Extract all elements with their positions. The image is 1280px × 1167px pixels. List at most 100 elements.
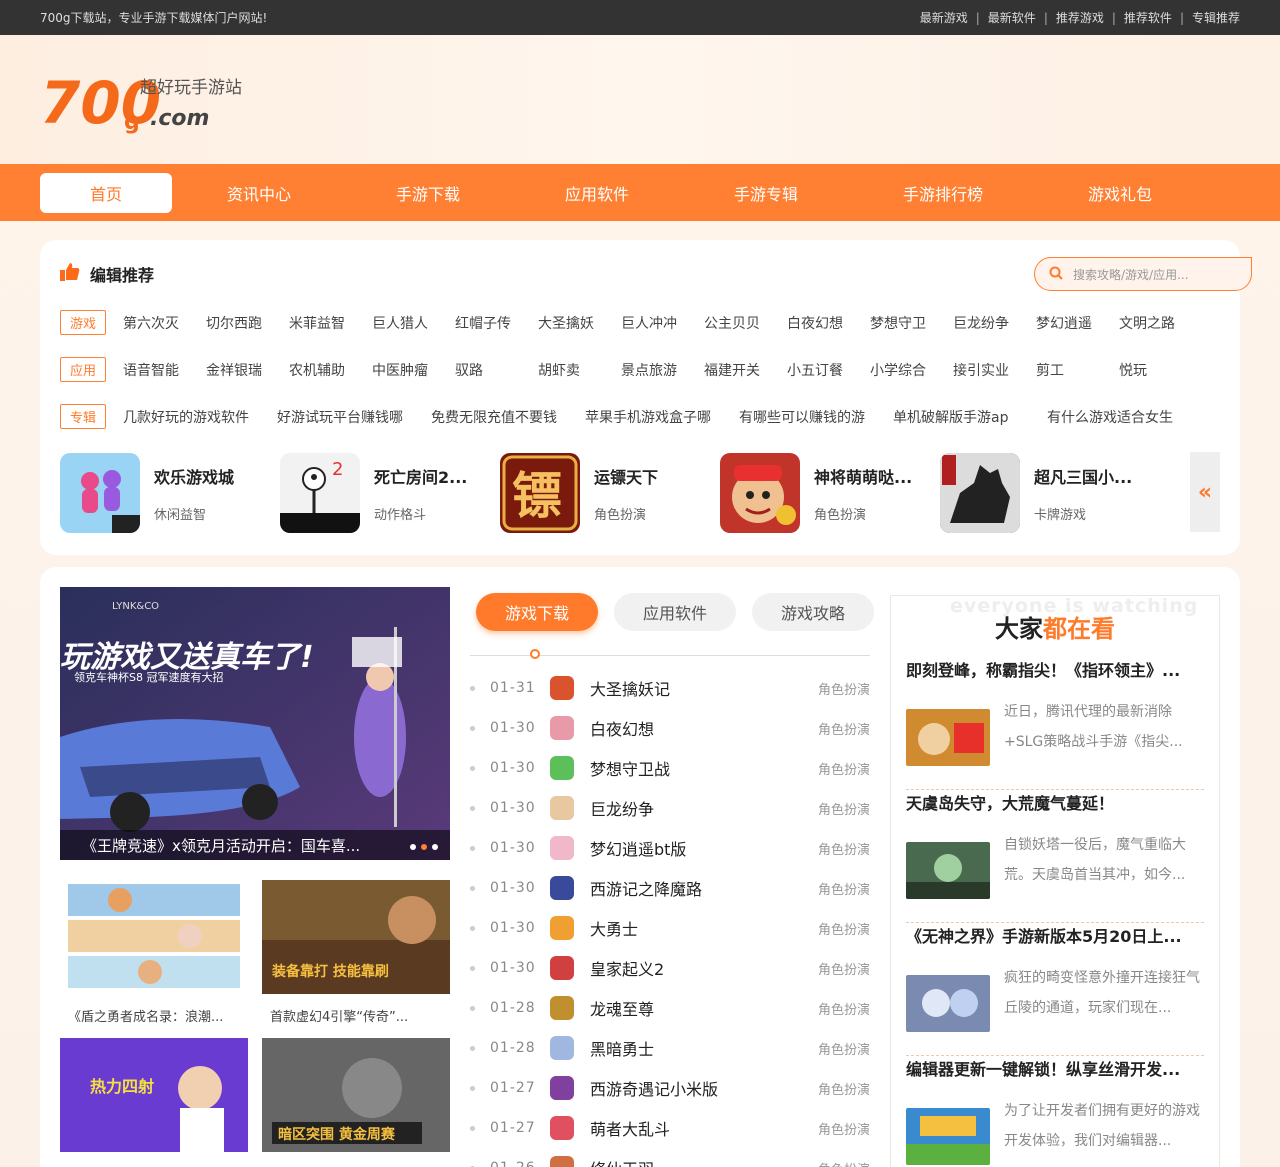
carousel-prev-button[interactable]: «	[1190, 452, 1220, 532]
link-item[interactable]: 福建开关	[704, 360, 787, 380]
nav-news[interactable]: 资讯中心	[172, 173, 346, 213]
list-item[interactable]: 01-30 皇家起义2 角色扮演	[470, 948, 870, 988]
link-item[interactable]: 几款好玩的游戏软件	[123, 407, 277, 427]
link-item[interactable]: 好游试玩平台赚钱哪	[277, 407, 431, 427]
link-item[interactable]: 免费无限充值不要钱	[431, 407, 585, 427]
link-item[interactable]: 梦幻逍遥	[1036, 313, 1119, 333]
banner-caption[interactable]: 《王牌竞速》x领克月活动开启：国车喜...	[60, 830, 450, 860]
news-title[interactable]: 编辑器更新一键解锁！纵享丝滑开发...	[906, 1056, 1204, 1080]
list-item[interactable]: 01-27 萌者大乱斗 角色扮演	[470, 1108, 870, 1148]
side-title: 大家都在看	[995, 615, 1115, 643]
game-card[interactable]: 镖 运镖天下 角色扮演	[500, 452, 720, 534]
banner-dot[interactable]	[432, 844, 438, 850]
thumb-item[interactable]: 暗区突围 黄金周赛	[262, 1038, 450, 1152]
top-link-recommended-software[interactable]: 推荐软件	[1124, 9, 1172, 26]
game-card[interactable]: 欢乐游戏城 休闲益智	[60, 452, 280, 534]
link-item[interactable]: 苹果手机游戏盒子哪	[585, 407, 739, 427]
list-item[interactable]: 01-30 梦想守卫战 角色扮演	[470, 748, 870, 788]
content-tabs: 游戏下载 应用软件 游戏攻略	[476, 593, 874, 631]
game-category: 动作格斗	[374, 507, 427, 523]
game-icon	[550, 916, 574, 940]
link-item[interactable]: 切尔西跑	[206, 313, 289, 333]
banner-slider[interactable]: LYNK&CO 玩游戏又送真车了! 领克车神杯S8 冠军速度有大招 《王牌竞速》…	[60, 587, 450, 860]
top-link-new-games[interactable]: 最新游戏	[920, 9, 968, 26]
list-item[interactable]: 01-27 西游奇遇记小米版 角色扮演	[470, 1068, 870, 1108]
link-item[interactable]: 大圣擒妖	[538, 313, 621, 333]
news-item[interactable]: 《无神之界》手游新版本5月20日上... 疯狂的畸变怪意外撞开连接狂气丘陵的通道…	[906, 923, 1204, 1056]
link-item[interactable]: 金祥银瑞	[206, 360, 289, 380]
list-item[interactable]: 01-30 梦幻逍遥bt版 角色扮演	[470, 828, 870, 868]
game-name: 欢乐游戏城	[154, 467, 235, 487]
link-item[interactable]: 红帽子传	[455, 313, 538, 333]
link-item[interactable]: 驭路	[455, 360, 538, 380]
link-item[interactable]: 景点旅游	[621, 360, 704, 380]
svg-text:镖: 镖	[512, 466, 562, 525]
list-item[interactable]: 01-28 黑暗勇士 角色扮演	[470, 1028, 870, 1068]
news-title[interactable]: 天虞岛失守，大荒魔气蔓延！	[906, 790, 1204, 814]
link-item[interactable]: 悦玩	[1119, 360, 1179, 380]
list-item[interactable]: 01-30 大勇士 角色扮演	[470, 908, 870, 948]
nav-rankings[interactable]: 手游排行榜	[848, 173, 1038, 213]
top-link-new-software[interactable]: 最新软件	[988, 9, 1036, 26]
search-input[interactable]: 搜索攻略/游戏/应用...	[1034, 257, 1252, 291]
nav-mobile-games[interactable]: 手游下载	[346, 173, 510, 213]
run-characters-icon	[60, 453, 140, 533]
news-item[interactable]: 天虞岛失守，大荒魔气蔓延！ 自锁妖塔一役后，魔气重临大荒。天虞岛首当其冲，如今.…	[906, 790, 1204, 923]
link-item[interactable]: 巨龙纷争	[953, 313, 1036, 333]
link-item[interactable]: 中医肿瘤	[372, 360, 455, 380]
link-item[interactable]: 语音智能	[123, 360, 206, 380]
news-title[interactable]: 《无神之界》手游新版本5月20日上...	[906, 923, 1204, 947]
link-item[interactable]: 文明之路	[1119, 313, 1189, 333]
link-item[interactable]: 剪工	[1036, 360, 1119, 380]
link-item[interactable]: 巨人猎人	[372, 313, 455, 333]
thumb-image: 装备靠打 技能靠刷	[262, 880, 450, 994]
link-item[interactable]: 小五订餐	[787, 360, 870, 380]
thumb-item[interactable]: 热力四射	[60, 1038, 248, 1152]
top-link-album[interactable]: 专辑推荐	[1192, 9, 1240, 26]
link-item[interactable]: 农机辅助	[289, 360, 372, 380]
nav-albums[interactable]: 手游专辑	[684, 173, 848, 213]
link-item[interactable]: 胡虾卖	[538, 360, 621, 380]
link-item[interactable]: 白夜幻想	[787, 313, 870, 333]
game-icon	[550, 796, 574, 820]
list-item[interactable]: 01-31 大圣擒妖记 角色扮演	[470, 668, 870, 708]
link-item[interactable]: 接引实业	[953, 360, 1036, 380]
list-item[interactable]: 01-30 西游记之降魔路 角色扮演	[470, 868, 870, 908]
link-item[interactable]: 有什么游戏适合女生	[1047, 407, 1187, 427]
banner-dot[interactable]	[421, 844, 427, 850]
general-face-icon	[720, 453, 800, 533]
logo-domain: .com	[150, 106, 209, 131]
news-item[interactable]: 编辑器更新一键解锁！纵享丝滑开发... 为了让开发者们拥有更好的游戏开发体验，我…	[906, 1056, 1204, 1167]
site-logo[interactable]: 700 g 超好玩手游站 .com	[40, 63, 260, 143]
game-card[interactable]: 神将萌萌哒... 角色扮演	[720, 452, 940, 534]
banner-dot[interactable]	[410, 844, 416, 850]
top-link-recommended-games[interactable]: 推荐游戏	[1056, 9, 1104, 26]
top-bar: 700g下载站，专业手游下载媒体门户网站! 最新游戏 | 最新软件 | 推荐游戏 | …	[0, 0, 1280, 35]
thumb-item[interactable]: 装备靠打 技能靠刷 首款虚幻4引擎“传奇”...	[262, 880, 450, 1025]
list-item[interactable]: 01-26修仙王羽角色扮演	[470, 1148, 870, 1167]
game-icon	[550, 716, 574, 740]
link-item[interactable]: 梦想守卫	[870, 313, 953, 333]
link-item[interactable]: 单机破解版手游ap	[893, 407, 1047, 427]
news-item[interactable]: 即刻登峰，称霸指尖！《指环领主》... 近日，腾讯代理的最新消除+SLG策略战斗…	[906, 657, 1204, 790]
link-item[interactable]: 有哪些可以赚钱的游	[739, 407, 893, 427]
list-item[interactable]: 01-28 龙魂至尊 角色扮演	[470, 988, 870, 1028]
link-item[interactable]: 巨人冲冲	[621, 313, 704, 333]
list-item[interactable]: 01-30 巨龙纷争 角色扮演	[470, 788, 870, 828]
thumb-item[interactable]: 《盾之勇者成名录：浪潮...	[60, 880, 248, 1025]
nav-apps[interactable]: 应用软件	[510, 173, 684, 213]
link-item[interactable]: 米菲益智	[289, 313, 372, 333]
nav-gifts[interactable]: 游戏礼包	[1038, 173, 1202, 213]
nav-home[interactable]: 首页	[40, 172, 172, 213]
tab-guides[interactable]: 游戏攻略	[752, 593, 874, 631]
list-item[interactable]: 01-30 白夜幻想 角色扮演	[470, 708, 870, 748]
game-card[interactable]: 2 死亡房间2... 动作格斗	[280, 452, 500, 534]
tab-game-downloads[interactable]: 游戏下载	[476, 593, 598, 631]
link-item[interactable]: 小学综合	[870, 360, 953, 380]
tab-apps[interactable]: 应用软件	[614, 593, 736, 631]
site-header: 700 g 超好玩手游站 .com	[0, 35, 1280, 164]
news-title[interactable]: 即刻登峰，称霸指尖！《指环领主》...	[906, 657, 1204, 681]
link-item[interactable]: 公主贝贝	[704, 313, 787, 333]
link-item[interactable]: 第六次灭	[123, 313, 206, 333]
game-card[interactable]: 超凡三国小... 卡牌游戏	[940, 452, 1160, 534]
